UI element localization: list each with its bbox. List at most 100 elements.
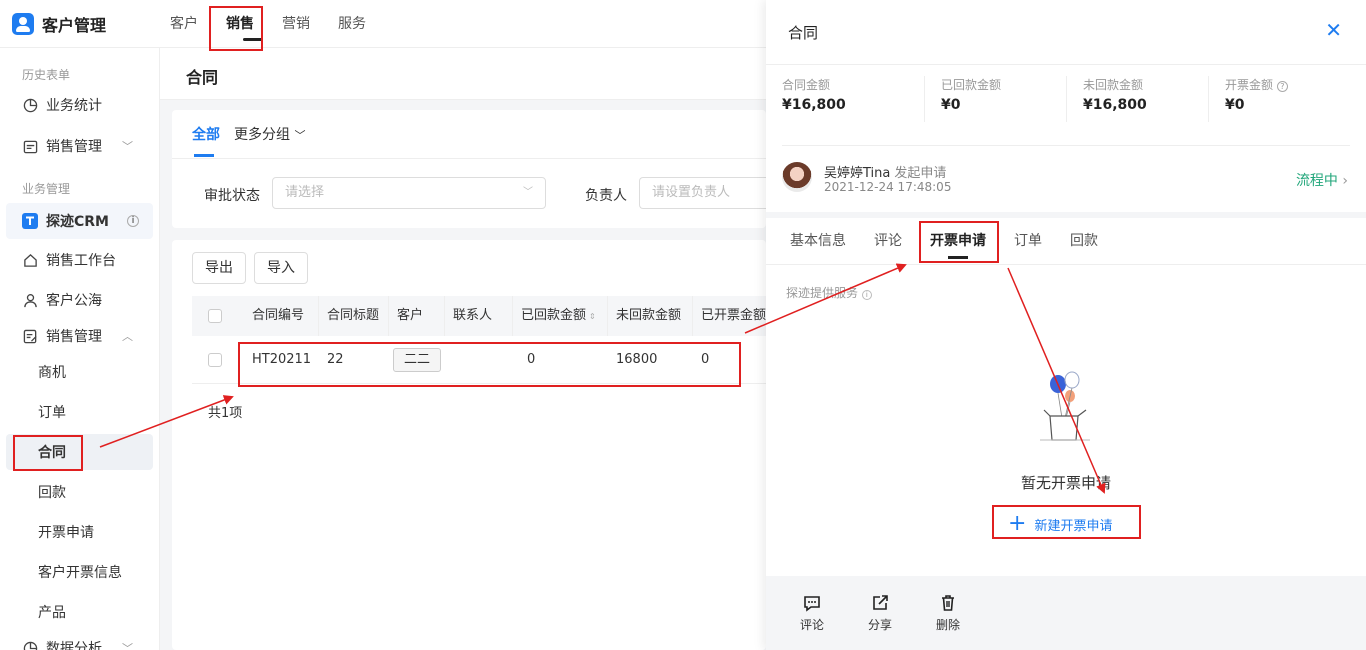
- total-count: 共1项: [208, 406, 243, 421]
- stat-value: ¥0: [1225, 97, 1245, 113]
- comment-icon: [804, 596, 820, 612]
- delete-button[interactable]: 删除: [928, 594, 968, 633]
- export-button[interactable]: 导出: [192, 252, 246, 284]
- brand-t-icon: [22, 213, 38, 229]
- divider: [766, 264, 1366, 265]
- user-icon: [12, 13, 34, 35]
- tab-invoice-request[interactable]: 开票申请: [930, 218, 986, 264]
- sidebar-subitem-contract[interactable]: 合同: [6, 434, 153, 470]
- applicant-name: 吴婷婷Tina: [824, 166, 891, 181]
- sidebar-item-sales-workbench[interactable]: 销售工作台: [6, 242, 153, 278]
- row-select-cell: [192, 352, 244, 367]
- sidebar-item-label: 销售工作台: [46, 253, 116, 269]
- cell-customer: 二二: [389, 347, 445, 372]
- edit-doc-icon: [22, 328, 38, 344]
- sidebar-subitem-product[interactable]: 产品: [6, 594, 153, 630]
- column-header[interactable]: 联系人: [445, 296, 513, 336]
- stat-invoice-amount: 开票金额 ? ¥0: [1208, 76, 1350, 122]
- sidebar-subitem-order[interactable]: 订单: [6, 394, 153, 430]
- top-nav-bar: 客户管理 客户 销售 营销 服务: [0, 0, 766, 48]
- sidebar-item-sales-manage-history[interactable]: 销售管理 ﹀: [6, 128, 153, 164]
- topnav-sales[interactable]: 销售: [226, 0, 282, 48]
- empty-state-text: 暂无开票申请: [1020, 474, 1111, 492]
- contract-stats: 合同金额 ¥16,800 已回款金额 ¥0 未回款金额 ¥16,800 开票金额…: [782, 76, 1352, 140]
- stat-unreceived-amount: 未回款金额 ¥16,800: [1066, 76, 1208, 122]
- info-icon[interactable]: i: [861, 290, 872, 300]
- sidebar-item-label: 探迹CRM: [46, 214, 109, 230]
- divider: [766, 64, 1366, 65]
- sort-icon[interactable]: ⇕: [589, 312, 596, 321]
- applicant-time: 2021-12-24 17:48:05: [824, 180, 952, 194]
- column-header[interactable]: 已回款金额 ⇕: [513, 296, 608, 336]
- page-header: 合同: [160, 48, 766, 100]
- applicant-info: 吴婷婷Tina 发起申请: [824, 162, 946, 181]
- tab-comments[interactable]: 评论: [874, 218, 902, 264]
- sidebar-item-label: 销售管理: [46, 139, 102, 155]
- sidebar-subitem-opportunity[interactable]: 商机: [6, 354, 153, 390]
- stat-value: ¥16,800: [782, 97, 846, 113]
- comment-label: 评论: [799, 618, 824, 632]
- tab-basic-info[interactable]: 基本信息: [790, 218, 846, 264]
- tab-more-label: 更多分组: [234, 127, 290, 143]
- sidebar-item-label: 销售管理: [46, 329, 102, 345]
- filter-status-placeholder: 请选择: [285, 185, 325, 200]
- cell-unreceived: 16800: [616, 352, 658, 367]
- sidebar-subitem-customer-invoice-info[interactable]: 客户开票信息: [6, 554, 153, 590]
- comment-button[interactable]: 评论: [792, 594, 832, 633]
- filter-owner-placeholder: 请设置负责人: [652, 185, 731, 200]
- cell-invoiced: 0: [701, 352, 710, 367]
- sidebar-item-brand-crm[interactable]: 探迹CRM i: [6, 203, 153, 239]
- row-checkbox[interactable]: [208, 352, 222, 367]
- table-row[interactable]: HT20211 22 二二 0 16800 0: [192, 336, 766, 384]
- column-header[interactable]: 合同编号: [244, 296, 319, 336]
- topnav-customer[interactable]: 客户: [170, 0, 226, 48]
- app-logo[interactable]: 客户管理: [12, 12, 106, 36]
- sidebar-section-history: 历史表单: [22, 68, 71, 82]
- sidebar-subitem-payment[interactable]: 回款: [6, 474, 153, 510]
- sidebar-item-label: 业务统计: [46, 98, 102, 114]
- sidebar-subitem-invoice-request[interactable]: 开票申请: [6, 514, 153, 550]
- column-header[interactable]: 合同标题: [319, 296, 389, 336]
- share-button[interactable]: 分享: [860, 594, 900, 633]
- column-header[interactable]: 客户: [389, 296, 445, 336]
- topnav-service[interactable]: 服务: [338, 0, 394, 48]
- column-header[interactable]: 已开票金额: [693, 296, 766, 336]
- sidebar-item-customer-pool[interactable]: 客户公海: [6, 282, 153, 318]
- divider: [172, 158, 766, 159]
- column-header-label: 已回款金额: [521, 308, 587, 323]
- provider-text: 探迹提供服务: [786, 286, 859, 300]
- new-invoice-request-button[interactable]: + 新建开票申请: [1008, 512, 1124, 536]
- home-icon: [22, 252, 38, 268]
- chevron-right-icon: ›: [1342, 173, 1348, 189]
- chevron-up-icon: ︿: [122, 330, 133, 343]
- empty-box-balloon-icon: [1040, 371, 1090, 441]
- cell-received: 0: [527, 352, 536, 367]
- delete-label: 删除: [935, 618, 960, 632]
- tab-all[interactable]: 全部: [192, 124, 220, 157]
- tab-payments[interactable]: 回款: [1070, 218, 1098, 264]
- sidebar-item-sales-manage[interactable]: 销售管理 ︿: [6, 318, 153, 354]
- topnav-marketing[interactable]: 营销: [282, 0, 338, 48]
- pie-chart-icon: [22, 640, 38, 650]
- sidebar-item-data-analysis[interactable]: 数据分析 ﹀: [6, 630, 153, 650]
- import-button[interactable]: 导入: [254, 252, 308, 284]
- tab-orders[interactable]: 订单: [1014, 218, 1042, 264]
- select-all-checkbox[interactable]: [208, 308, 222, 323]
- tab-more-groups[interactable]: 更多分组 ﹀: [234, 124, 305, 144]
- customer-tag[interactable]: 二二: [393, 347, 442, 372]
- help-icon[interactable]: ?: [1276, 81, 1288, 92]
- cell-contract-id[interactable]: HT20211: [244, 352, 319, 367]
- filter-status-label: 审批状态: [204, 188, 260, 204]
- filter-status-select[interactable]: 请选择 ﹀: [272, 177, 546, 209]
- group-tabs: 全部 更多分组 ﹀: [192, 124, 305, 157]
- sidebar-item-label: 客户公海: [46, 293, 102, 309]
- table-card: 导出 导入 合同编号 合同标题 客户 联系人 已回款金额 ⇕ 未回款金额 已开票金…: [172, 240, 766, 650]
- column-header[interactable]: 未回款金额: [608, 296, 693, 336]
- flow-status-link[interactable]: 流程中 ›: [1296, 170, 1348, 190]
- pie-chart-icon: [22, 97, 38, 113]
- info-icon[interactable]: i: [127, 215, 139, 227]
- filter-owner-select[interactable]: 请设置负责人: [639, 177, 766, 209]
- share-icon: [873, 595, 888, 610]
- sidebar-item-business-stats[interactable]: 业务统计: [6, 87, 153, 123]
- close-icon[interactable]: ✕: [1325, 18, 1342, 42]
